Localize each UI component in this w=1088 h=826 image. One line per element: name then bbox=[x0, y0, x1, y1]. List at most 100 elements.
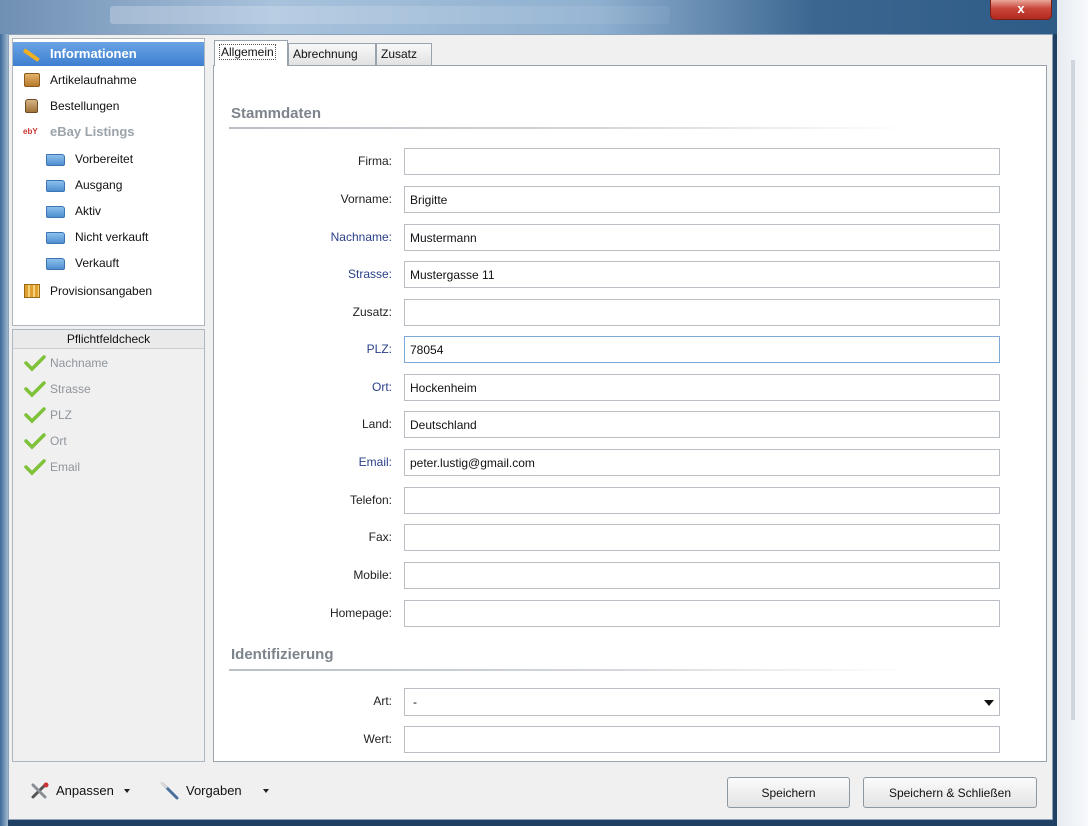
fax-field[interactable] bbox=[404, 524, 1000, 551]
sidebar-item-label: Vorbereitet bbox=[75, 152, 134, 166]
vorname-field[interactable] bbox=[404, 186, 1000, 213]
vorgaben-menu-button[interactable]: Vorgaben bbox=[160, 780, 272, 802]
chevron-down-icon bbox=[124, 789, 130, 793]
package-icon bbox=[24, 73, 40, 87]
sidebar-item-label: Artikelaufnahme bbox=[50, 73, 137, 87]
folder-icon bbox=[46, 206, 65, 218]
check-item: Strasse bbox=[13, 376, 204, 402]
check-item-label: Strasse bbox=[50, 382, 91, 396]
sidebar-item-provisionsangaben[interactable]: Provisionsangaben bbox=[13, 279, 204, 303]
ort-field[interactable] bbox=[404, 374, 1000, 401]
section-divider bbox=[229, 669, 909, 671]
tools-icon bbox=[31, 782, 49, 799]
sidebar-item-label: Bestellungen bbox=[50, 99, 120, 113]
wert-label: Wert: bbox=[363, 732, 392, 746]
tab-allgemein[interactable]: Allgemein bbox=[214, 40, 288, 66]
zusatz-field[interactable] bbox=[404, 299, 1000, 326]
vorname-label: Vorname: bbox=[340, 192, 392, 206]
ebay-icon: ebY bbox=[23, 127, 38, 136]
checkmark-icon bbox=[24, 433, 46, 450]
section-title-identifizierung: Identifizierung bbox=[231, 646, 334, 663]
mobile-field[interactable] bbox=[404, 562, 1000, 589]
required-field-check-panel: Pflichtfeldcheck Nachname Strasse PLZ Or… bbox=[12, 329, 205, 762]
check-item-label: Nachname bbox=[50, 356, 109, 370]
window-left-edge bbox=[0, 34, 8, 826]
tab-label: Abrechnung bbox=[293, 47, 358, 61]
check-item: Email bbox=[13, 454, 204, 480]
sidebar-item-label: Nicht verkauft bbox=[75, 230, 149, 244]
folder-icon bbox=[46, 180, 65, 192]
checkmark-icon bbox=[24, 459, 46, 476]
sidebar-item-verkauft[interactable]: Verkauft bbox=[13, 251, 204, 275]
checkmark-icon bbox=[24, 407, 46, 424]
email-field[interactable] bbox=[404, 449, 1000, 476]
sidebar-item-label: Ausgang bbox=[75, 178, 123, 192]
sidebar-nav: Informationen Artikelaufnahme Bestellung… bbox=[12, 38, 205, 326]
folder-icon bbox=[46, 258, 65, 270]
plz-field[interactable] bbox=[404, 336, 1000, 363]
sidebar-item-bestellungen[interactable]: Bestellungen bbox=[13, 94, 204, 118]
art-label: Art: bbox=[373, 694, 392, 708]
section-title-stammdaten: Stammdaten bbox=[231, 105, 322, 122]
background-window-strip bbox=[1057, 0, 1088, 826]
check-item-label: Email bbox=[50, 460, 81, 474]
sidebar-item-label: eBay Listings bbox=[50, 124, 135, 139]
land-field[interactable] bbox=[404, 411, 1000, 438]
check-item-label: PLZ bbox=[50, 408, 73, 422]
sidebar-item-label: Verkauft bbox=[75, 256, 120, 270]
homepage-label: Homepage: bbox=[329, 606, 392, 620]
check-item: Nachname bbox=[13, 350, 204, 376]
tab-label: Allgemein bbox=[219, 44, 276, 60]
homepage-field[interactable] bbox=[404, 600, 1000, 627]
vorgaben-label: Vorgaben bbox=[186, 783, 242, 798]
wert-field[interactable] bbox=[404, 726, 1000, 753]
nachname-field[interactable] bbox=[404, 224, 1000, 251]
shopping-bag-icon bbox=[25, 99, 38, 113]
sidebar-item-artikelaufnahme[interactable]: Artikelaufnahme bbox=[13, 68, 204, 92]
window-close-button[interactable]: x bbox=[990, 0, 1052, 20]
pencil-icon bbox=[22, 48, 40, 62]
chevron-down-icon[interactable] bbox=[984, 700, 994, 706]
sidebar-item-vorbereitet[interactable]: Vorbereitet bbox=[13, 147, 204, 171]
mobile-label: Mobile: bbox=[353, 568, 392, 582]
columns-icon bbox=[24, 284, 40, 298]
plz-label: PLZ: bbox=[366, 342, 392, 356]
strasse-field[interactable] bbox=[404, 261, 1000, 288]
check-item: Ort bbox=[13, 428, 204, 454]
email-label: Email: bbox=[358, 455, 392, 469]
save-button[interactable]: Speichern bbox=[727, 777, 850, 808]
sidebar-item-ausgang[interactable]: Ausgang bbox=[13, 173, 204, 197]
telefon-label: Telefon: bbox=[349, 493, 392, 507]
telefon-field[interactable] bbox=[404, 487, 1000, 514]
sidebar-item-label: Informationen bbox=[50, 46, 137, 61]
anpassen-menu-button[interactable]: Anpassen bbox=[30, 780, 142, 802]
checkmark-icon bbox=[24, 355, 46, 372]
sidebar-item-nicht-verkauft[interactable]: Nicht verkauft bbox=[13, 225, 204, 249]
folder-icon bbox=[46, 232, 65, 244]
sidebar-item-ebay-listings[interactable]: ebY eBay Listings bbox=[13, 120, 204, 144]
check-item-label: Ort bbox=[50, 434, 67, 448]
window-titlebar bbox=[0, 0, 1088, 34]
tab-zusatz[interactable]: Zusatz bbox=[376, 43, 432, 65]
sidebar-item-label: Provisionsangaben bbox=[50, 284, 153, 298]
checkmark-icon bbox=[24, 381, 46, 398]
check-panel-title: Pflichtfeldcheck bbox=[13, 330, 204, 349]
zusatz-label: Zusatz: bbox=[352, 305, 392, 319]
art-select[interactable]: - bbox=[404, 688, 1000, 716]
background-scrollbar bbox=[1071, 60, 1075, 720]
tab-abrechnung[interactable]: Abrechnung bbox=[288, 43, 376, 65]
firma-field[interactable] bbox=[404, 148, 1000, 175]
chevron-down-icon bbox=[263, 789, 269, 793]
sidebar-item-label: Aktiv bbox=[75, 204, 102, 218]
fax-label: Fax: bbox=[368, 530, 392, 544]
strasse-label: Strasse: bbox=[347, 267, 392, 281]
save-and-close-button[interactable]: Speichern & Schließen bbox=[863, 777, 1037, 808]
check-item: PLZ bbox=[13, 402, 204, 428]
sidebar-item-aktiv[interactable]: Aktiv bbox=[13, 199, 204, 223]
land-label: Land: bbox=[361, 417, 392, 431]
tab-label: Zusatz bbox=[381, 47, 418, 61]
section-divider bbox=[229, 127, 909, 129]
firma-label: Firma: bbox=[358, 154, 392, 168]
sidebar-item-informationen[interactable]: Informationen bbox=[13, 42, 204, 66]
wand-icon bbox=[160, 782, 179, 800]
